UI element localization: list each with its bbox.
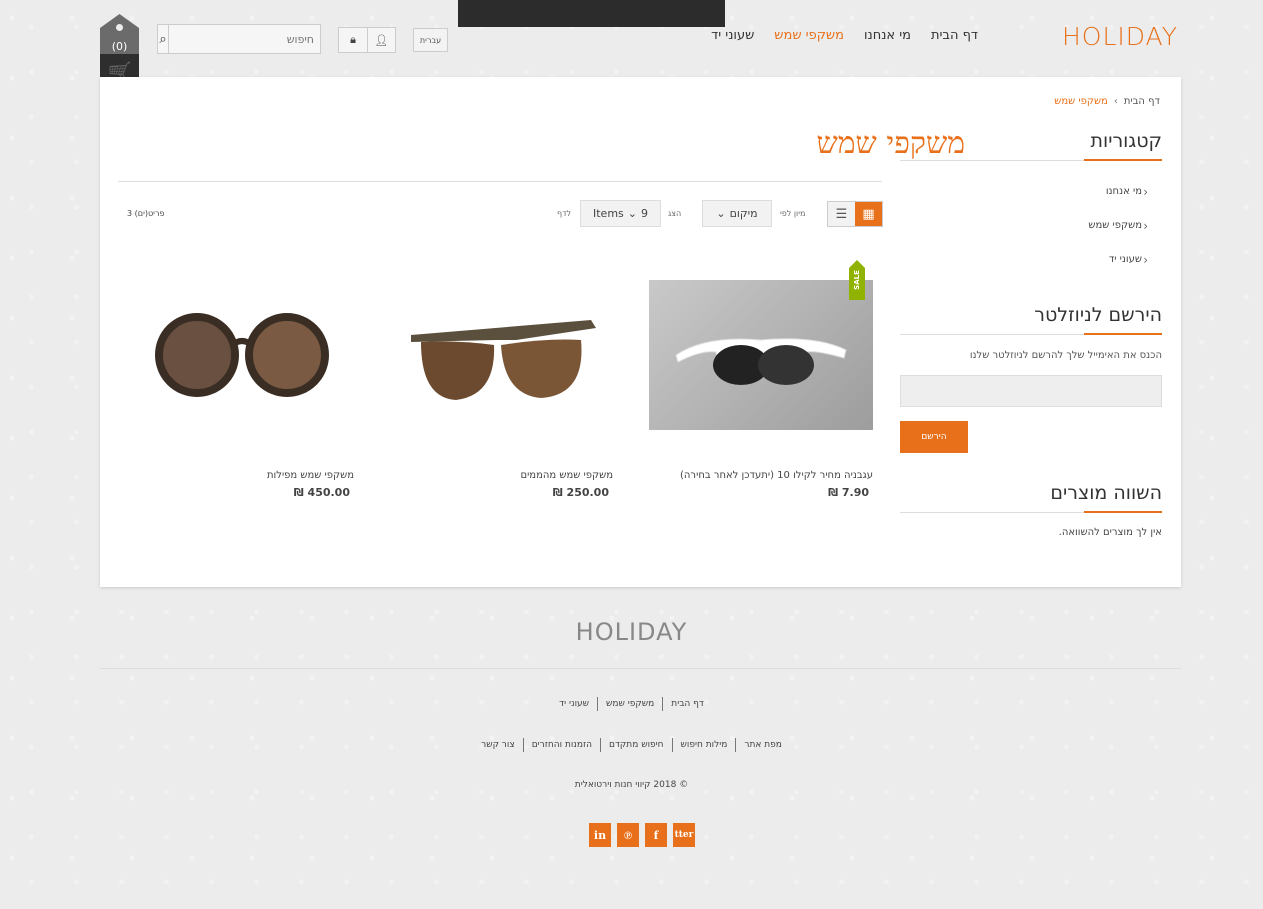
sort-label: מיון לפי: [780, 209, 806, 218]
per-page-label: לדף: [557, 209, 572, 218]
product-image[interactable]: SALE: [649, 260, 873, 430]
product-name[interactable]: משקפי שמש מהממים: [389, 470, 613, 481]
newsletter-subscribe-button[interactable]: הירשם: [900, 421, 968, 453]
nav-item-about[interactable]: מי אנחנו: [864, 28, 911, 43]
breadcrumb-current: משקפי שמש: [1054, 96, 1108, 107]
view-toggle: ☰ ▦: [827, 201, 883, 227]
site-logo[interactable]: HOLIDAY: [1062, 22, 1178, 51]
lock-icon[interactable]: 🔒︎: [339, 28, 367, 52]
sunglasses-image: [155, 313, 329, 397]
sidebar: קטגוריות מי אנחנו משקפי שמש שעוני יד: [900, 130, 1162, 277]
chevron-down-icon: ⌄: [627, 207, 637, 220]
breadcrumb: דף הבית › משקפי שמש: [1054, 96, 1160, 107]
footer-link[interactable]: חיפוש מתקדם: [600, 738, 672, 752]
item-count: 3 פריט(ים): [127, 209, 165, 218]
language-selector[interactable]: עברית: [413, 28, 448, 52]
compare-block: השווה מוצרים אין לך מוצרים להשוואה.: [900, 482, 1162, 538]
newsletter-email-input[interactable]: [900, 375, 1162, 407]
category-item[interactable]: מי אנחנו: [900, 175, 1162, 209]
search-icon[interactable]: ⌕: [158, 25, 169, 53]
sunglasses-image: [675, 338, 847, 385]
product-card[interactable]: SALE עגבניה מחיר לקילו 10 (יתעדכן לאחר ב…: [649, 260, 873, 499]
cart-count: (0): [111, 40, 128, 53]
social-links: in ℗ f tter: [589, 823, 695, 847]
footer-links-secondary: מפת אתר מילות חיפוש חיפוש מתקדם הזמנות ו…: [0, 738, 1263, 752]
product-image[interactable]: [130, 280, 354, 430]
product-card[interactable]: משקפי שמש מהממים ₪ 250.00: [389, 280, 613, 499]
product-name[interactable]: עגבניה מחיר לקילו 10 (יתעדכן לאחר בחירה): [649, 470, 873, 481]
footer-divider: [100, 668, 1181, 669]
chevron-left-icon: ›: [1113, 96, 1118, 107]
category-item[interactable]: משקפי שמש: [900, 209, 1162, 243]
product-image[interactable]: [389, 280, 613, 430]
footer-link[interactable]: מילות חיפוש: [671, 738, 736, 752]
nav-item-home[interactable]: דף הבית: [931, 28, 978, 43]
product-price: ₪ 250.00: [552, 486, 609, 499]
main-nav: דף הבית מי אנחנו משקפי שמש שעוני יד: [711, 28, 978, 43]
category-list: מי אנחנו משקפי שמש שעוני יד: [900, 175, 1162, 277]
user-icon[interactable]: 👤︎: [367, 28, 395, 52]
newsletter-block: הירשם לניוזלטר הכנס את האימייל שלך להרשם…: [900, 304, 1162, 453]
sort-select[interactable]: ⌄ מיקום: [702, 200, 772, 227]
copyright: © 2018 קיווי חנות וירטואלית: [574, 780, 689, 790]
categories-title: קטגוריות: [900, 130, 1162, 161]
category-item[interactable]: שעוני יד: [900, 243, 1162, 277]
newsletter-title: הירשם לניוזלטר: [900, 304, 1162, 335]
items-per-page-select[interactable]: Items ⌄ 9: [580, 200, 661, 227]
top-dark-strip: [458, 0, 725, 27]
sale-badge: SALE: [849, 260, 865, 300]
nav-item-watches[interactable]: שעוני יד: [711, 28, 754, 43]
footer-logo[interactable]: HOLIDAY: [0, 618, 1263, 646]
twitter-icon[interactable]: tter: [673, 823, 695, 847]
list-view-icon[interactable]: ☰: [828, 202, 855, 226]
compare-title: השווה מוצרים: [900, 482, 1162, 513]
pinterest-icon[interactable]: ℗: [617, 823, 639, 847]
account-buttons: 🔒︎ 👤︎: [338, 27, 396, 53]
footer-link[interactable]: מפת אתר: [735, 738, 790, 752]
title-divider: [118, 181, 882, 182]
product-price: ₪ 450.00: [293, 486, 350, 499]
footer-link[interactable]: הזמנות והחזרים: [522, 738, 600, 752]
footer-link[interactable]: צור קשר: [473, 738, 523, 752]
show-label: הצג: [668, 209, 682, 218]
search-input[interactable]: [169, 25, 320, 53]
footer-link[interactable]: דף הבית: [662, 697, 712, 711]
footer-link[interactable]: שעוני יד: [551, 697, 597, 711]
sunglasses-image: [411, 320, 596, 400]
facebook-icon[interactable]: f: [645, 823, 667, 847]
newsletter-text: הכנס את האימייל שלך להרשם לניוזלטר שלנו: [969, 350, 1162, 361]
product-price: ₪ 7.90: [828, 486, 869, 499]
footer-link[interactable]: משקפי שמש: [597, 697, 662, 711]
nav-item-sunglasses[interactable]: משקפי שמש: [774, 28, 844, 43]
linkedin-icon[interactable]: in: [589, 823, 611, 847]
chevron-down-icon: ⌄: [716, 207, 726, 220]
search-box: ⌕: [157, 24, 321, 54]
product-card[interactable]: משקפי שמש מפילות ₪ 450.00: [130, 280, 354, 499]
breadcrumb-home[interactable]: דף הבית: [1124, 96, 1160, 107]
grid-view-icon[interactable]: ▦: [855, 202, 882, 226]
product-name[interactable]: משקפי שמש מפילות: [130, 470, 354, 481]
footer-links-primary: דף הבית משקפי שמש שעוני יד: [0, 697, 1263, 711]
compare-text: אין לך מוצרים להשוואה.: [1058, 527, 1162, 538]
